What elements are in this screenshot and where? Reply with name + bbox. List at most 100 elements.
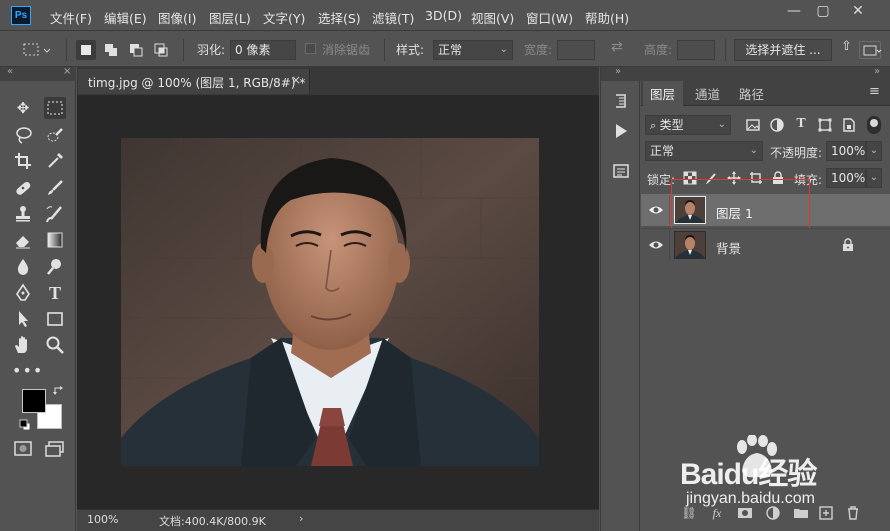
zoom-tool-icon[interactable] bbox=[44, 334, 66, 356]
menu-select[interactable]: 选择(S) bbox=[318, 8, 361, 27]
menu-image[interactable]: 图像(I) bbox=[158, 8, 196, 27]
menu-layer[interactable]: 图层(L) bbox=[209, 8, 251, 27]
adjustment-layer-filter-icon[interactable] bbox=[769, 117, 785, 133]
blur-tool-icon[interactable] bbox=[12, 256, 34, 278]
menu-window[interactable]: 窗口(W) bbox=[526, 8, 573, 27]
move-tool-icon[interactable]: ✥ bbox=[12, 97, 34, 119]
workspace-icon bbox=[863, 45, 882, 56]
tool-preset-picker[interactable] bbox=[12, 40, 52, 60]
tab-layers[interactable]: 图层 bbox=[650, 84, 675, 103]
layer-row-background[interactable]: 背景 bbox=[641, 228, 890, 260]
expand-icon[interactable]: » bbox=[615, 66, 621, 77]
width-input[interactable] bbox=[557, 40, 595, 60]
filter-toggle-switch[interactable] bbox=[867, 116, 881, 134]
more-tools-icon[interactable]: ••• bbox=[12, 360, 42, 382]
style-select[interactable]: 正常 ⌄ bbox=[433, 40, 513, 60]
tools-panel: « × ✥ T ••• bbox=[0, 66, 76, 531]
new-selection-button[interactable] bbox=[76, 40, 96, 60]
menu-type[interactable]: 文字(Y) bbox=[263, 8, 305, 27]
style-select-value: 正常 bbox=[438, 43, 463, 57]
eye-icon[interactable] bbox=[648, 203, 664, 217]
antialias-checkbox[interactable] bbox=[305, 43, 316, 54]
history-panel-icon[interactable] bbox=[612, 92, 630, 110]
collapse-icon[interactable]: « bbox=[7, 66, 13, 77]
layer-name[interactable]: 背景 bbox=[716, 238, 741, 257]
menu-help[interactable]: 帮助(H) bbox=[585, 8, 629, 27]
properties-panel-icon[interactable] bbox=[612, 162, 630, 180]
dodge-tool-icon[interactable] bbox=[44, 256, 66, 278]
foreground-color-swatch[interactable] bbox=[22, 389, 46, 413]
menu-edit[interactable]: 编辑(E) bbox=[104, 8, 147, 27]
subtract-selection-button[interactable] bbox=[126, 40, 146, 60]
menu-view[interactable]: 视图(V) bbox=[471, 8, 514, 27]
default-colors-icon[interactable] bbox=[19, 419, 31, 431]
fill-dropdown-icon[interactable]: ⌄ bbox=[866, 168, 882, 188]
divider bbox=[669, 230, 670, 260]
type-tool-icon[interactable]: T bbox=[44, 282, 66, 304]
fill-input[interactable]: 100% bbox=[826, 168, 866, 188]
tab-channels[interactable]: 通道 bbox=[695, 84, 720, 103]
brush-tool-icon[interactable] bbox=[44, 177, 66, 199]
filter-kind-select[interactable]: ⌕ 类型 ⌄ bbox=[645, 115, 731, 135]
healing-brush-tool-icon[interactable] bbox=[12, 177, 34, 199]
eyedropper-tool-icon[interactable] bbox=[44, 150, 66, 172]
style-label: 样式: bbox=[396, 43, 425, 57]
feather-input[interactable]: 0 像素 bbox=[230, 40, 296, 60]
share-icon[interactable]: ⇧ bbox=[841, 39, 852, 54]
path-selection-tool-icon[interactable] bbox=[12, 308, 34, 330]
add-selection-button[interactable] bbox=[101, 40, 121, 60]
quick-selection-tool-icon[interactable] bbox=[44, 124, 66, 146]
eye-icon[interactable] bbox=[648, 238, 664, 252]
feather-label: 羽化: bbox=[197, 43, 226, 57]
minimize-button[interactable]: — bbox=[779, 2, 809, 20]
pen-tool-icon[interactable] bbox=[12, 282, 34, 304]
intersect-selection-button[interactable] bbox=[151, 40, 171, 60]
close-tab-icon[interactable]: × bbox=[291, 73, 301, 87]
clone-stamp-tool-icon[interactable] bbox=[12, 203, 34, 225]
panel-menu-icon[interactable]: ≡ bbox=[869, 84, 880, 99]
actions-play-icon[interactable] bbox=[612, 122, 630, 140]
collapsed-panels-strip: » bbox=[600, 66, 641, 531]
workspace-button[interactable] bbox=[859, 41, 882, 59]
chevron-right-icon[interactable]: › bbox=[299, 512, 303, 525]
canvas-image[interactable] bbox=[121, 138, 539, 466]
opacity-dropdown-icon[interactable]: ⌄ bbox=[866, 141, 882, 161]
zoom-level[interactable]: 100% bbox=[87, 513, 118, 526]
tab-paths[interactable]: 路径 bbox=[739, 84, 764, 103]
swap-colors-icon[interactable] bbox=[52, 385, 66, 397]
crop-tool-icon[interactable] bbox=[12, 150, 34, 172]
rectangle-tool-icon[interactable] bbox=[44, 308, 66, 330]
pixel-layer-filter-icon[interactable] bbox=[745, 117, 761, 133]
portrait-photo bbox=[121, 138, 539, 466]
blend-mode-select[interactable]: 正常 ⌄ bbox=[645, 141, 763, 161]
menu-file[interactable]: 文件(F) bbox=[50, 8, 92, 27]
quick-mask-icon[interactable] bbox=[12, 440, 34, 458]
gradient-tool-icon[interactable] bbox=[44, 229, 66, 251]
maximize-button[interactable]: ▢ bbox=[808, 2, 838, 20]
swap-icon[interactable]: ⇄ bbox=[611, 39, 623, 55]
width-label: 宽度: bbox=[524, 43, 553, 57]
type-layer-filter-icon[interactable]: T bbox=[793, 116, 809, 132]
menu-filter[interactable]: 滤镜(T) bbox=[372, 8, 414, 27]
history-brush-tool-icon[interactable] bbox=[44, 203, 66, 225]
lasso-tool-icon[interactable] bbox=[12, 124, 34, 146]
rectangular-marquee-tool-icon[interactable] bbox=[44, 97, 66, 119]
eraser-tool-icon[interactable] bbox=[12, 229, 34, 251]
hand-tool-icon[interactable] bbox=[12, 334, 34, 356]
document-tab-title: timg.jpg @ 100% (图层 1, RGB/8#) * bbox=[88, 76, 306, 90]
photoshop-logo: Ps bbox=[11, 6, 31, 25]
smart-object-filter-icon[interactable] bbox=[841, 117, 857, 133]
opacity-input[interactable]: 100% bbox=[826, 141, 866, 161]
highlight-box bbox=[671, 179, 810, 229]
height-input[interactable] bbox=[677, 40, 715, 60]
menu-3d[interactable]: 3D(D) bbox=[425, 8, 462, 23]
add-selection-icon bbox=[105, 44, 117, 56]
panel-collapse-icon[interactable]: » bbox=[874, 66, 880, 77]
shape-layer-filter-icon[interactable] bbox=[817, 117, 833, 133]
select-and-mask-button[interactable]: 选择并遮住 ... bbox=[734, 39, 832, 61]
document-tab[interactable]: timg.jpg @ 100% (图层 1, RGB/8#) * × bbox=[78, 69, 310, 94]
close-panel-icon[interactable]: × bbox=[63, 66, 71, 77]
screen-mode-icon[interactable] bbox=[44, 440, 66, 458]
watermark-brand: Baidu经验 bbox=[680, 458, 817, 491]
close-window-button[interactable]: ✕ bbox=[843, 2, 873, 20]
